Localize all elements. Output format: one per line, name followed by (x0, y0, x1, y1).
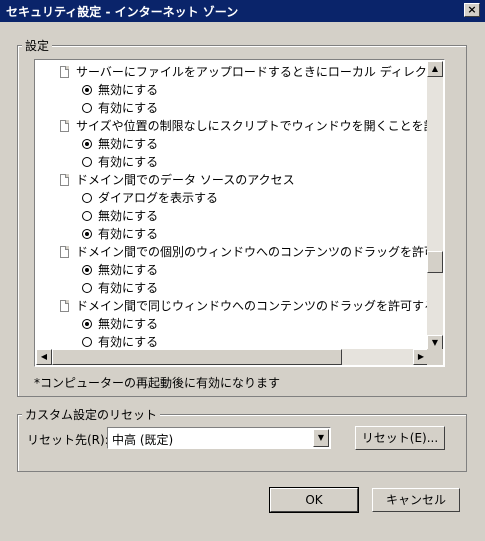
reset-to-select[interactable]: 中高 (既定) ▼ (107, 427, 331, 449)
setting-option[interactable]: 有効にする (36, 153, 429, 171)
setting-option[interactable]: 無効にする (36, 315, 429, 333)
dropdown-button[interactable]: ▼ (313, 429, 329, 447)
setting-document-icon (60, 174, 69, 186)
reset-group-label: カスタム設定のリセット (22, 406, 161, 423)
option-label: 無効にする (98, 209, 159, 223)
horizontal-scrollbar[interactable]: ◀ ▶ (36, 349, 429, 365)
setting-item: サーバーにファイルをアップロードするときにローカル ディレクトリのパスを含める (36, 63, 429, 81)
scroll-left-button[interactable]: ◀ (36, 349, 52, 365)
setting-title: ドメイン間で同じウィンドウへのコンテンツのドラッグを許可する (76, 299, 429, 313)
option-label: 有効にする (98, 101, 159, 115)
radio-button[interactable] (82, 103, 92, 113)
scroll-up-button[interactable]: ▲ (427, 61, 443, 77)
radio-button-checked[interactable] (82, 85, 92, 95)
setting-document-icon (60, 300, 69, 312)
option-label: 有効にする (98, 281, 159, 295)
settings-list[interactable]: サーバーにファイルをアップロードするときにローカル ディレクトリのパスを含める無… (34, 59, 445, 367)
setting-option[interactable]: 無効にする (36, 81, 429, 99)
setting-title: サーバーにファイルをアップロードするときにローカル ディレクトリのパスを含める (76, 65, 429, 79)
scroll-right-icon: ▶ (417, 352, 425, 361)
setting-item: サイズや位置の制限なしにスクリプトでウィンドウを開くことを許可する (36, 117, 429, 135)
option-label: 有効にする (98, 155, 159, 169)
setting-item: ドメイン間での個別のウィンドウへのコンテンツのドラッグを許可する (36, 243, 429, 261)
close-button[interactable]: × (464, 3, 480, 17)
option-label: 無効にする (98, 263, 159, 277)
option-label: ダイアログを表示する (98, 191, 219, 205)
scrollbar-corner (427, 349, 443, 365)
radio-button-checked[interactable] (82, 319, 92, 329)
settings-list-viewport: サーバーにファイルをアップロードするときにローカル ディレクトリのパスを含める無… (36, 61, 429, 351)
cancel-button[interactable]: キャンセル (372, 488, 460, 512)
radio-button-checked[interactable] (82, 229, 92, 239)
radio-button[interactable] (82, 211, 92, 221)
setting-option[interactable]: ダイアログを表示する (36, 189, 429, 207)
scroll-down-icon: ▼ (431, 338, 439, 347)
setting-item: ドメイン間でのデータ ソースのアクセス (36, 171, 429, 189)
reset-to-value: 中高 (既定) (112, 433, 174, 447)
option-label: 無効にする (98, 83, 159, 97)
ok-button[interactable]: OK (269, 487, 359, 513)
vertical-scrollbar[interactable]: ▲ ▼ (427, 61, 443, 351)
reset-button[interactable]: リセット(E)... (355, 426, 445, 450)
radio-button[interactable] (82, 157, 92, 167)
setting-option[interactable]: 無効にする (36, 135, 429, 153)
setting-title: ドメイン間でのデータ ソースのアクセス (76, 173, 295, 187)
setting-document-icon (60, 120, 69, 132)
title-bar: セキュリティ設定 - インターネット ゾーン × (0, 0, 485, 22)
setting-document-icon (60, 246, 69, 258)
chevron-down-icon: ▼ (317, 433, 325, 442)
window-title: セキュリティ設定 - インターネット ゾーン (6, 5, 239, 19)
radio-button-checked[interactable] (82, 139, 92, 149)
option-label: 無効にする (98, 317, 159, 331)
setting-option[interactable]: 有効にする (36, 225, 429, 243)
setting-option[interactable]: 有効にする (36, 99, 429, 117)
setting-option[interactable]: 有効にする (36, 279, 429, 297)
setting-option[interactable]: 無効にする (36, 207, 429, 225)
reset-to-label: リセット先(R): (27, 433, 109, 447)
setting-item: ドメイン間で同じウィンドウへのコンテンツのドラッグを許可する (36, 297, 429, 315)
restart-note: *コンピューターの再起動後に有効になります (34, 376, 281, 390)
settings-group-label: 設定 (22, 37, 53, 54)
setting-title: サイズや位置の制限なしにスクリプトでウィンドウを開くことを許可する (76, 119, 429, 133)
option-label: 有効にする (98, 227, 159, 241)
scroll-up-icon: ▲ (431, 64, 439, 73)
radio-button-checked[interactable] (82, 265, 92, 275)
vertical-scroll-thumb[interactable] (427, 251, 443, 273)
close-icon: × (467, 3, 477, 16)
radio-button[interactable] (82, 193, 92, 203)
radio-button[interactable] (82, 283, 92, 293)
setting-title: ドメイン間での個別のウィンドウへのコンテンツのドラッグを許可する (76, 245, 429, 259)
scroll-left-icon: ◀ (40, 352, 48, 361)
setting-option[interactable]: 無効にする (36, 261, 429, 279)
setting-document-icon (60, 66, 69, 78)
option-label: 無効にする (98, 137, 159, 151)
radio-button[interactable] (82, 337, 92, 347)
horizontal-scroll-thumb[interactable] (52, 349, 342, 365)
